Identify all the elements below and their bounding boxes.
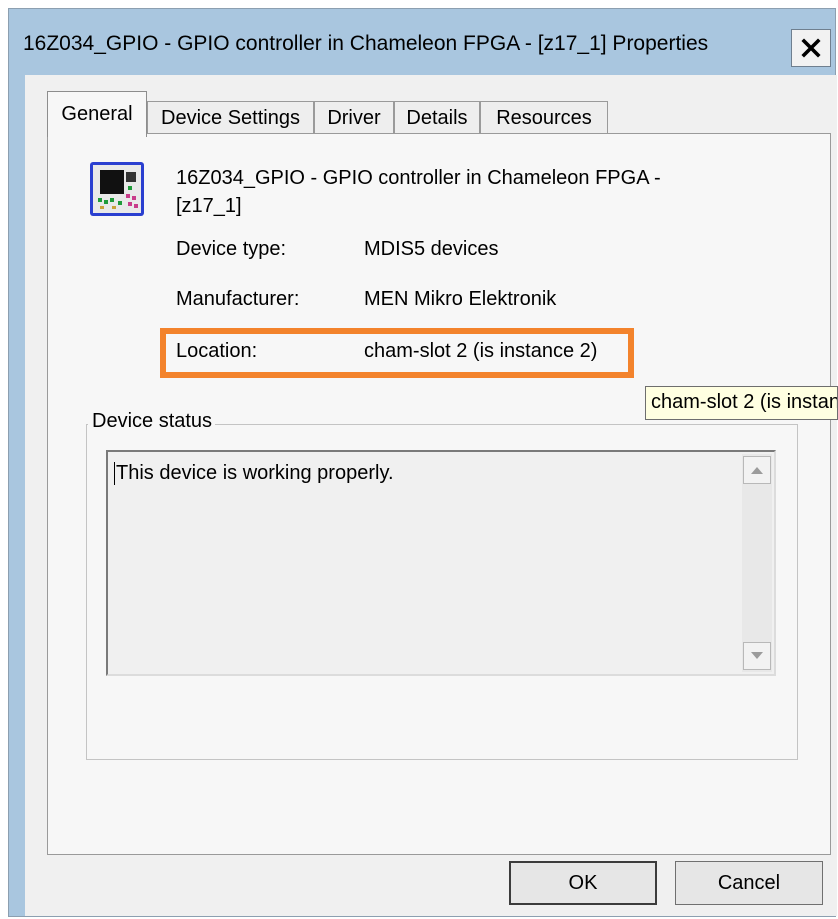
close-button[interactable]: [791, 29, 831, 67]
tab-resources[interactable]: Resources: [480, 101, 608, 135]
title-bar[interactable]: 16Z034_GPIO - GPIO controller in Chamele…: [9, 9, 835, 75]
cancel-button[interactable]: Cancel: [675, 861, 823, 905]
general-tab-panel: 16Z034_GPIO - GPIO controller in Chamele…: [47, 133, 831, 855]
scroll-up-button[interactable]: [743, 456, 771, 484]
dialog-client: General Device Settings Driver Details R…: [25, 75, 837, 916]
status-scrollbar[interactable]: [742, 454, 772, 672]
tab-driver[interactable]: Driver: [314, 101, 394, 135]
device-status-text: This device is working properly.: [114, 462, 394, 485]
manufacturer-value: MEN Mikro Elektronik: [364, 288, 557, 310]
manufacturer-label: Manufacturer:: [176, 288, 300, 310]
device-status-label: Device status: [88, 410, 216, 433]
arrow-up-icon: [751, 467, 763, 474]
ok-button[interactable]: OK: [509, 861, 657, 905]
device-type-value: MDIS5 devices: [364, 238, 499, 260]
tab-general[interactable]: General: [47, 91, 147, 137]
tab-device-settings[interactable]: Device Settings: [147, 101, 314, 135]
close-icon: [801, 38, 821, 58]
device-type-label: Device type:: [176, 238, 287, 260]
location-tooltip: cham-slot 2 (is instance 2): [645, 386, 838, 420]
arrow-down-icon: [751, 652, 763, 659]
chip-icon: [90, 162, 144, 216]
scroll-down-button[interactable]: [743, 642, 771, 670]
location-highlight-box: [160, 328, 634, 378]
tab-details[interactable]: Details: [394, 101, 480, 135]
device-status-textbox[interactable]: This device is working properly.: [106, 450, 776, 676]
device-name: 16Z034_GPIO - GPIO controller in Chamele…: [176, 167, 661, 217]
window-title: 16Z034_GPIO - GPIO controller in Chamele…: [23, 32, 709, 55]
properties-window: 16Z034_GPIO - GPIO controller in Chamele…: [8, 8, 837, 917]
